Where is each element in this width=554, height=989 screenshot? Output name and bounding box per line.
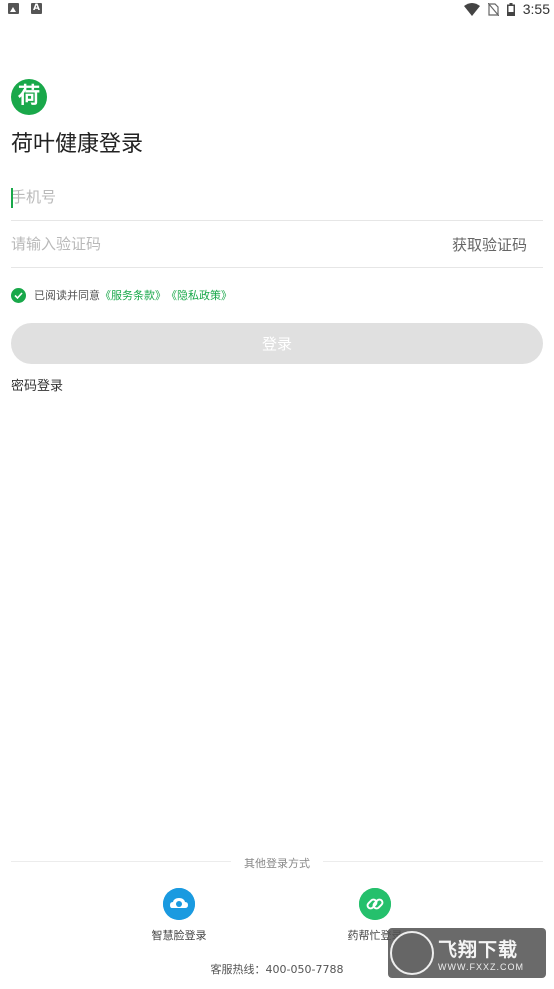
status-left-icons: A [8,3,42,14]
code-field-container: 获取验证码 [11,221,543,268]
other-login-label: 其他登录方式 [244,857,310,870]
battery-icon [506,2,515,16]
watermark-url: WWW.FXXZ.COM [438,961,524,972]
watermark: 飞翔下载 WWW.FXXZ.COM [388,928,546,978]
verification-code-input[interactable] [11,221,411,267]
face-login-option[interactable]: 智慧脸登录 [134,888,224,943]
phone-field-container [11,174,543,221]
watermark-text: 飞翔下载 WWW.FXXZ.COM [438,935,524,972]
terms-link[interactable]: 《服务条款》 [100,287,166,303]
check-icon [14,291,23,299]
watermark-title: 飞翔下载 [438,938,519,961]
cloud-icon [163,888,195,920]
page-title: 荷叶健康登录 [11,132,144,157]
a-icon: A [31,3,42,14]
link-icon [359,888,391,920]
get-code-button[interactable]: 获取验证码 [452,234,527,255]
wifi-icon [463,2,480,16]
agree-text: 已阅读并同意 [34,289,100,302]
watermark-logo-icon [390,931,434,975]
password-login-link[interactable]: 密码登录 [11,375,63,394]
status-bar: A 3:55 [0,0,554,18]
status-right-icons: 3:55 [463,0,550,18]
text-cursor [11,188,13,208]
agree-checkbox[interactable] [11,287,26,303]
face-login-label: 智慧脸登录 [151,929,207,942]
privacy-link[interactable]: 《隐私政策》 [166,287,232,303]
phone-input[interactable] [11,174,411,220]
no-sim-icon [487,2,499,16]
app-logo: 荷 [11,79,47,115]
image-icon [8,3,19,14]
login-button[interactable]: 登录 [11,323,543,364]
agreement-row: 已阅读并同意 《服务条款》 《隐私政策》 [11,286,232,304]
status-time: 3:55 [522,1,550,17]
